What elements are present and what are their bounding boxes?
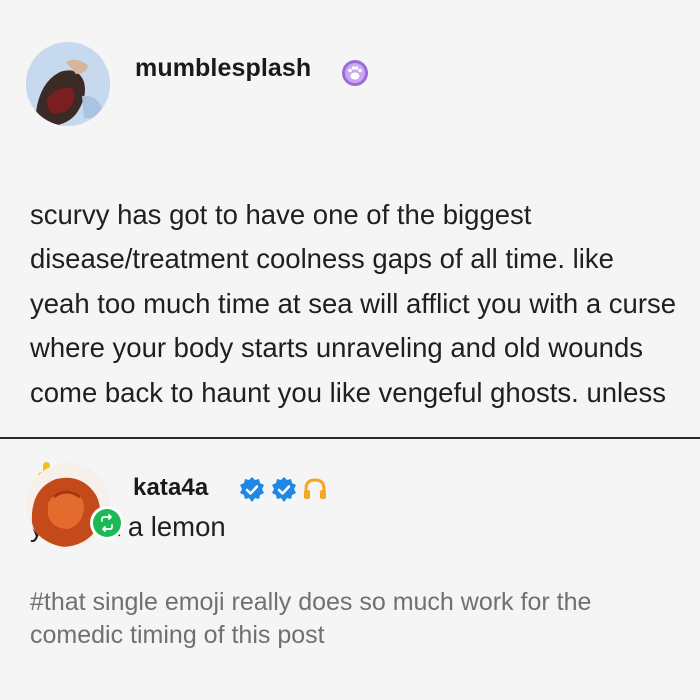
post-divider [0,437,700,439]
reblog-section [0,440,700,700]
reblog-tags[interactable]: #that single emoji really does so much w… [30,586,680,652]
reblog-icon [101,514,113,532]
reblogger-username[interactable]: kata4a [133,474,208,502]
original-post: mumblesplash scurvy has got to have one … [0,0,700,542]
verified-badge-icon [240,477,264,502]
avatar[interactable] [26,42,110,126]
avatar-image [26,42,110,126]
post-username[interactable]: mumblesplash [135,54,311,83]
verified-badge-icon [272,477,296,502]
headphones-icon [304,478,326,499]
paw-badge-icon [342,60,368,86]
post-text-before-emoji: scurvy has got to have one of the bigges… [30,198,677,408]
reblog-badge [90,506,124,540]
